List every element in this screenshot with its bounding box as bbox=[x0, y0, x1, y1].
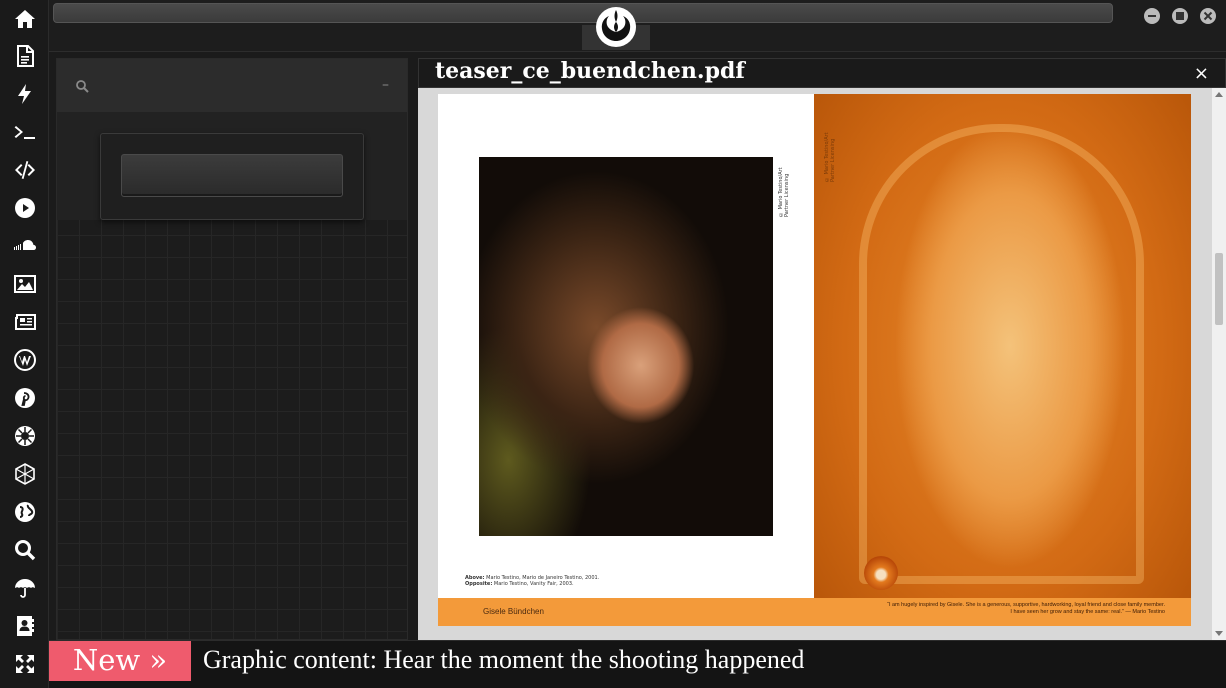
search-icon[interactable] bbox=[0, 531, 49, 569]
wordpress-icon[interactable] bbox=[0, 341, 49, 379]
close-viewer-button[interactable]: × bbox=[1194, 63, 1209, 84]
photo-credit-right: © Mario Testino/Art Partner Licensing bbox=[824, 132, 836, 182]
globe-icon[interactable] bbox=[0, 493, 49, 531]
top-bar bbox=[49, 0, 1226, 52]
panel-header: – bbox=[57, 59, 407, 113]
umbrella-icon[interactable] bbox=[0, 569, 49, 607]
photo-credit: © Mario Testino/Art Partner Licensing bbox=[778, 167, 790, 217]
soundcloud-icon[interactable] bbox=[0, 227, 49, 265]
image-icon[interactable] bbox=[0, 265, 49, 303]
viewer-title-bar: teaser_ce_buendchen.pdf × bbox=[418, 58, 1226, 88]
collapse-button[interactable]: – bbox=[382, 77, 389, 93]
app-window: – teaser_ce_buendchen.pdf × © Mario Test… bbox=[0, 0, 1226, 688]
icon-sidebar bbox=[0, 0, 49, 688]
new-badge[interactable]: New » bbox=[49, 641, 191, 681]
close-window-button[interactable] bbox=[1200, 8, 1216, 24]
panel-input[interactable] bbox=[121, 154, 343, 197]
rebel-alliance-icon bbox=[596, 7, 636, 47]
document-title: teaser_ce_buendchen.pdf bbox=[435, 58, 745, 84]
search-icon[interactable] bbox=[75, 79, 89, 93]
document-canvas[interactable]: © Mario Testino/Art Partner Licensing Ab… bbox=[418, 88, 1212, 640]
minimize-icon bbox=[1148, 15, 1156, 17]
maximize-icon bbox=[1176, 12, 1184, 20]
ticker-headline[interactable]: Graphic content: Hear the moment the sho… bbox=[203, 645, 804, 675]
door-knob bbox=[864, 556, 898, 590]
footer-name: Gisele Bündchen bbox=[483, 607, 544, 616]
side-panel: – bbox=[56, 58, 408, 640]
expand-icon[interactable] bbox=[0, 645, 49, 683]
page-footer: Gisele Bündchen “I am hugely inspired by… bbox=[438, 598, 1191, 626]
code-icon[interactable] bbox=[0, 151, 49, 189]
footer-quote: “I am hugely inspired by Gisele. She is … bbox=[887, 602, 1165, 615]
home-icon[interactable] bbox=[0, 0, 49, 38]
door-frame bbox=[859, 124, 1144, 584]
left-page: © Mario Testino/Art Partner Licensing Ab… bbox=[438, 94, 814, 598]
newspaper-icon[interactable] bbox=[0, 303, 49, 341]
news-ticker: New » Graphic content: Hear the moment t… bbox=[49, 640, 1226, 688]
terminal-icon[interactable] bbox=[0, 113, 49, 151]
caption-line-2: Opposite: Mario Testino, Vanity Fair, 20… bbox=[465, 581, 574, 587]
pdf-viewer: teaser_ce_buendchen.pdf × © Mario Testin… bbox=[418, 58, 1226, 640]
document-icon[interactable] bbox=[0, 37, 49, 75]
panel-dialog bbox=[100, 133, 364, 220]
play-icon[interactable] bbox=[0, 189, 49, 227]
right-page-photo: © Mario Testino/Art Partner Licensing bbox=[814, 94, 1191, 598]
scroll-up-icon[interactable] bbox=[1215, 92, 1223, 97]
portrait-photo bbox=[479, 157, 773, 536]
atom-icon[interactable] bbox=[0, 455, 49, 493]
scroll-thumb[interactable] bbox=[1215, 253, 1223, 325]
maximize-button[interactable] bbox=[1172, 8, 1188, 24]
minimize-button[interactable] bbox=[1144, 8, 1160, 24]
scroll-down-icon[interactable] bbox=[1215, 631, 1223, 636]
bolt-icon[interactable] bbox=[0, 75, 49, 113]
vertical-scrollbar[interactable] bbox=[1212, 88, 1226, 640]
pdf-page-spread: © Mario Testino/Art Partner Licensing Ab… bbox=[438, 94, 1191, 626]
contacts-icon[interactable] bbox=[0, 607, 49, 645]
address-bar[interactable] bbox=[53, 3, 1113, 23]
galactic-empire-icon[interactable] bbox=[0, 417, 49, 455]
close-icon bbox=[1203, 11, 1213, 21]
pinterest-icon[interactable] bbox=[0, 379, 49, 417]
